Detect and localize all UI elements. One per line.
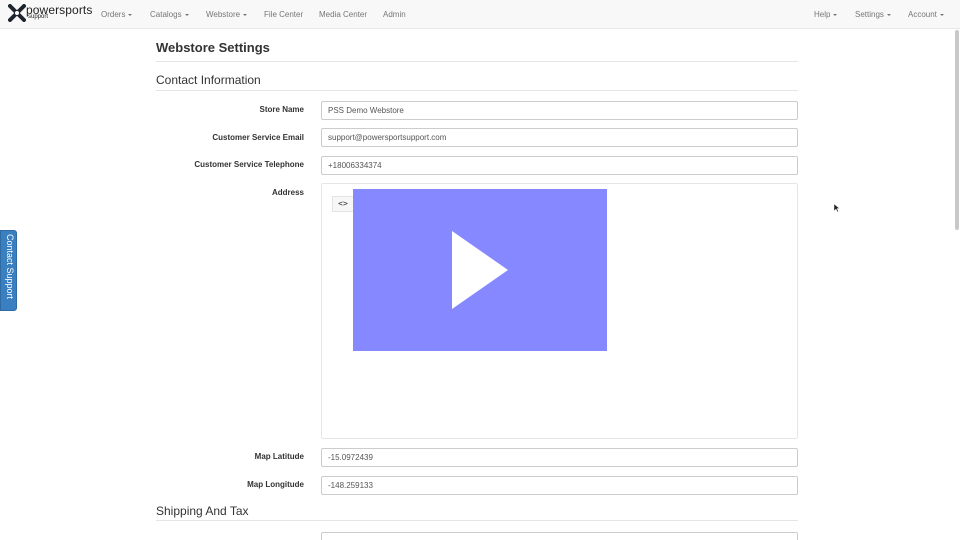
play-icon[interactable] (452, 231, 508, 309)
nav-catalogs[interactable]: Catalogs (150, 0, 189, 29)
nav-account[interactable]: Account (908, 0, 944, 29)
contact-section-title: Contact Information (156, 73, 261, 87)
nav-file-center-label: File Center (264, 10, 304, 19)
nav-media-center-label: Media Center (319, 10, 368, 19)
nav-help-label: Help (814, 10, 831, 19)
store-name-label: Store Name (259, 105, 304, 114)
page-scrollbar[interactable] (955, 30, 959, 230)
brand-sub: support (28, 14, 49, 20)
caret-down-icon (184, 13, 189, 16)
nav-settings-label: Settings (855, 10, 884, 19)
nav-orders[interactable]: Orders (101, 0, 133, 29)
title-divider (156, 61, 798, 62)
nav-help[interactable]: Help (814, 0, 838, 29)
caret-down-icon (886, 13, 891, 16)
map-longitude-input[interactable]: -148.259133 (321, 476, 798, 495)
email-input[interactable]: support@powersportsupport.com (321, 128, 798, 147)
mouse-cursor-icon (834, 204, 840, 212)
contact-section-divider (156, 90, 798, 91)
phone-label: Customer Service Telephone (194, 160, 304, 169)
phone-input[interactable]: +18006334374 (321, 156, 798, 175)
nav-settings[interactable]: Settings (855, 0, 891, 29)
nav-webstore-label: Webstore (206, 10, 241, 19)
caret-down-icon (939, 13, 944, 16)
tax-jurisdiction-select[interactable]: ▲ (321, 532, 798, 540)
shipping-section-divider (156, 520, 798, 521)
caret-down-icon (833, 13, 838, 16)
nav-media-center[interactable]: Media Center (319, 0, 367, 29)
map-latitude-label: Map Latitude (254, 452, 304, 461)
nav-file-center[interactable]: File Center (264, 0, 303, 29)
address-label: Address (271, 188, 304, 197)
nav-account-label: Account (908, 10, 937, 19)
shipping-section-title: Shipping And Tax (156, 504, 249, 518)
nav-admin[interactable]: Admin (383, 0, 406, 29)
contact-support-tab[interactable]: Contact Support (0, 230, 17, 311)
logo-x-icon (8, 4, 26, 22)
nav-orders-label: Orders (101, 10, 126, 19)
store-name-input[interactable]: PSS Demo Webstore (321, 101, 798, 120)
caret-down-icon (128, 13, 133, 16)
map-latitude-input[interactable]: -15.0972439 (321, 448, 798, 467)
code-view-button[interactable]: <> (332, 196, 354, 212)
video-player-overlay[interactable] (353, 189, 607, 351)
nav-catalogs-label: Catalogs (150, 10, 182, 19)
caret-down-icon (243, 13, 248, 16)
map-longitude-label: Map Longitude (247, 480, 304, 489)
nav-admin-label: Admin (383, 10, 406, 19)
brand-logo[interactable]: powersports support (8, 3, 92, 24)
page-title: Webstore Settings (156, 40, 270, 55)
top-navbar: powersports support Orders Catalogs Webs… (0, 0, 960, 29)
email-label: Customer Service Email (212, 133, 304, 142)
nav-webstore[interactable]: Webstore (206, 0, 248, 29)
contact-support-label: Contact Support (5, 234, 15, 300)
